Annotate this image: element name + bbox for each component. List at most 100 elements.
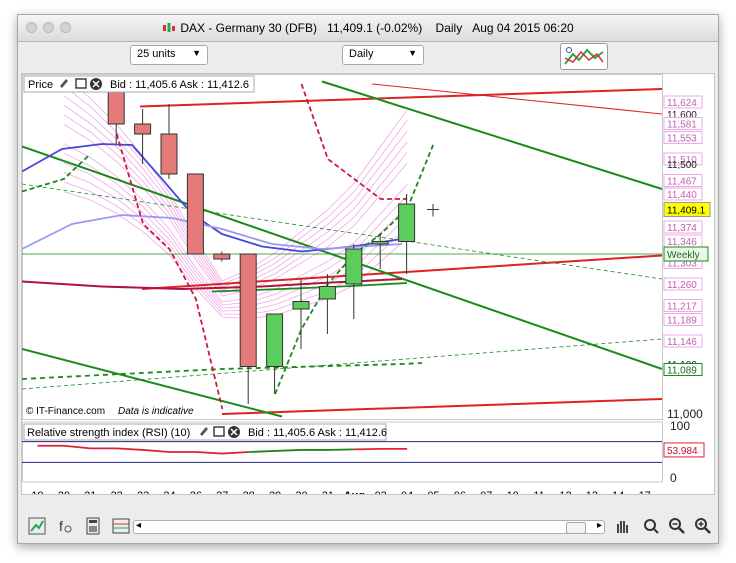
rsi-line-green xyxy=(248,448,355,453)
x-axis-label: 24 xyxy=(163,490,175,494)
candle-body[interactable] xyxy=(186,173,204,255)
timeframe-select-value: Daily xyxy=(349,48,374,60)
price-axis-label: 11,146 xyxy=(667,337,697,348)
datetime-label: Aug 04 2015 06:20 xyxy=(472,21,574,35)
candle-body[interactable] xyxy=(345,248,363,285)
chevron-down-icon: ▼ xyxy=(192,48,201,58)
price-axis-label: 11,553 xyxy=(667,134,697,145)
x-axis-label: 17 xyxy=(639,490,651,494)
timeframe-select[interactable]: Daily ▼ xyxy=(342,45,424,65)
title-bar: DAX - Germany 30 (DFB) 11,409.1 (-0.02%)… xyxy=(18,15,718,42)
rsi-value-label: 53.984 xyxy=(667,446,698,457)
red-lower-trendline xyxy=(221,398,663,415)
candlestick-icon xyxy=(163,23,176,32)
candle-body[interactable] xyxy=(134,123,152,135)
time-scrollbar[interactable]: ◂ ▸ xyxy=(133,520,605,534)
autofit-icon[interactable] xyxy=(642,517,660,535)
candle-body[interactable] xyxy=(160,133,178,175)
bottom-toolbar: f ◂ ▸ xyxy=(18,511,718,543)
scroll-thumb[interactable] xyxy=(566,522,586,534)
x-axis-label: 31 xyxy=(322,490,334,494)
x-axis-label: 22 xyxy=(111,490,123,494)
zoom-out-icon[interactable] xyxy=(668,517,686,535)
calculator-icon[interactable] xyxy=(84,517,102,535)
green-dashed-diagonal xyxy=(21,183,663,280)
x-axis-label: 19 xyxy=(31,490,43,494)
green-down-trendline xyxy=(21,145,663,370)
price-axis-label: 11,217 xyxy=(667,302,697,313)
x-axis-label: 11 xyxy=(533,490,544,494)
window-icon[interactable] xyxy=(75,78,87,89)
x-axis-label: 06 xyxy=(454,490,466,494)
rsi-bid-ask-label: Bid : 11,405.6 Ask : 11,412.6 xyxy=(248,427,387,439)
pan-icon[interactable] xyxy=(614,517,632,535)
window-icon[interactable] xyxy=(213,426,225,437)
x-axis-label: 23 xyxy=(137,490,149,494)
x-axis-label: 05 xyxy=(427,490,439,494)
data-disclaimer: Data is indicative xyxy=(118,406,194,417)
rsi-axis-bottom: 0 xyxy=(670,471,677,485)
current-price-label: 11,409.1 xyxy=(667,206,706,217)
indicator-icon[interactable]: f xyxy=(56,517,74,535)
rsi-axis-top: 100 xyxy=(670,419,690,433)
x-axis-label: 28 xyxy=(243,490,255,494)
candle-body[interactable] xyxy=(213,253,231,260)
candle-body[interactable] xyxy=(292,301,310,310)
layout-grid-icon[interactable] xyxy=(112,517,130,535)
price-axis-label: 11,500 xyxy=(667,160,697,171)
price-panel-title: Price xyxy=(28,79,53,91)
x-axis-label: 07 xyxy=(480,490,492,494)
x-axis-label: 26 xyxy=(190,490,202,494)
price-axis-label: 11,581 xyxy=(667,120,697,131)
chart-window: DAX - Germany 30 (DFB) 11,409.1 (-0.02%)… xyxy=(17,14,719,544)
period-label: Daily xyxy=(435,21,463,35)
candle-body[interactable] xyxy=(371,241,389,245)
x-axis-label: 13 xyxy=(586,490,598,494)
price-axis-label: 11,189 xyxy=(667,316,697,327)
chart-style-button[interactable] xyxy=(560,43,608,70)
units-select-value: 25 units xyxy=(137,48,176,60)
price-axis-label: 11,346 xyxy=(667,237,697,248)
units-select[interactable]: 25 units ▼ xyxy=(130,45,208,65)
x-axis-label: Aug xyxy=(344,490,365,494)
x-axis-label: 10 xyxy=(507,490,519,494)
scroll-left-icon[interactable]: ◂ xyxy=(136,520,141,531)
window-title: DAX - Germany 30 (DFB) 11,409.1 (-0.02%)… xyxy=(18,21,718,35)
zoom-in-icon[interactable] xyxy=(694,517,712,535)
x-axis-label: 21 xyxy=(84,490,96,494)
price-axis-label: 11,624 xyxy=(667,98,697,109)
rsi-line-red xyxy=(37,444,249,455)
price-axis-label: 11,440 xyxy=(667,190,697,201)
svg-text:f: f xyxy=(59,518,63,534)
candle-body[interactable] xyxy=(398,203,416,242)
rsi-panel-title: Relative strength index (RSI) (10) xyxy=(27,427,190,439)
rsi-line-red-end xyxy=(354,447,408,451)
candle-body[interactable] xyxy=(239,253,257,367)
red-trendline-thin xyxy=(371,83,663,115)
weekly-tag-label: Weekly xyxy=(667,250,700,261)
price-axis-label: 11,260 xyxy=(667,280,697,291)
x-axis-label: 12 xyxy=(559,490,571,494)
chart-style-icon xyxy=(564,47,604,65)
chart-canvas[interactable]: 11,62411,60011,58111,55311,51011,50011,4… xyxy=(21,74,714,502)
copyright-watermark: © IT-Finance.com xyxy=(26,406,105,417)
candle-body[interactable] xyxy=(318,286,336,300)
green-upper-trendline xyxy=(321,80,663,190)
candle-body[interactable] xyxy=(266,313,284,367)
chevron-down-icon: ▼ xyxy=(408,48,417,58)
price-axis-label: 11,467 xyxy=(667,177,697,188)
x-axis-label: 04 xyxy=(401,490,413,494)
x-axis-label: 14 xyxy=(612,490,624,494)
chart-type-icon[interactable] xyxy=(28,517,46,535)
x-axis-label: 29 xyxy=(269,490,281,494)
x-axis-label: 27 xyxy=(216,490,228,494)
last-price: 11,409.1 (-0.02%) xyxy=(327,21,423,35)
price-axis-label: 11,374 xyxy=(667,223,697,234)
scroll-right-icon[interactable]: ▸ xyxy=(597,520,602,531)
x-axis-label: 20 xyxy=(58,490,70,494)
chart-area[interactable]: 11,624 11,600 11,581 11,553 11,510 11,500 11,4… xyxy=(21,73,715,502)
instrument-name: DAX - Germany 30 (DFB) xyxy=(180,21,318,35)
slow-moving-average xyxy=(21,214,403,250)
x-axis-label: 30 xyxy=(295,490,307,494)
x-axis-label: 03 xyxy=(375,490,387,494)
